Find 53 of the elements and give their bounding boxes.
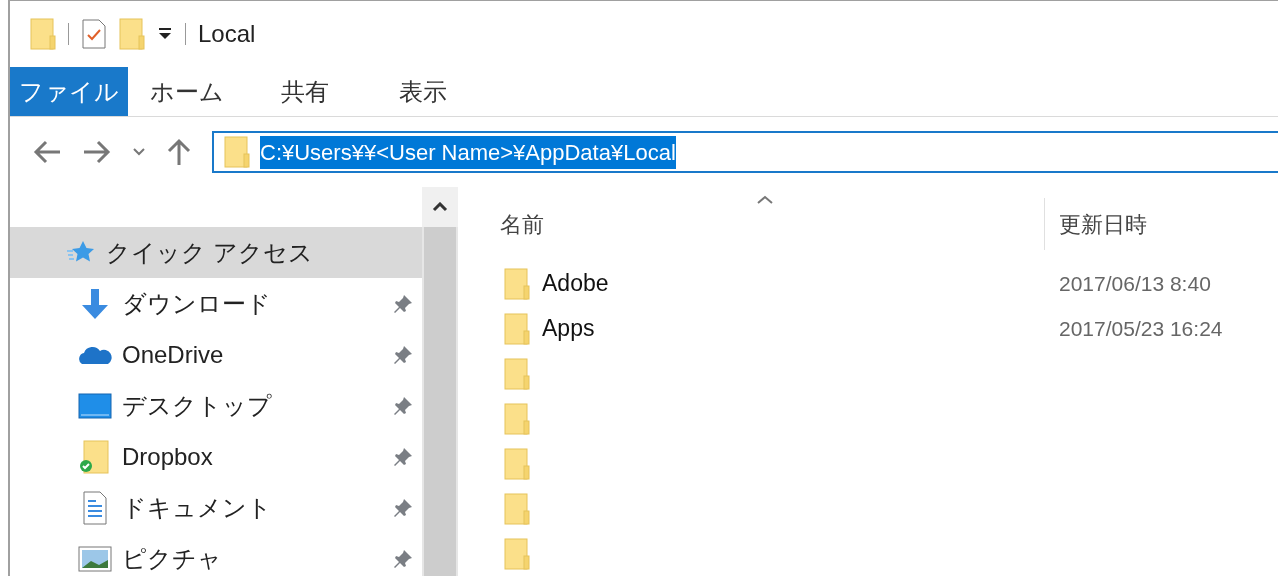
folder-icon <box>30 18 56 50</box>
back-icon[interactable] <box>32 139 62 165</box>
modified-date: 2017/06/13 8:40 <box>1058 270 1211 297</box>
file-name[interactable]: Apps <box>542 311 595 346</box>
pin-icon[interactable] <box>392 496 414 519</box>
sidebar-item[interactable]: Dropbox <box>10 431 422 482</box>
sidebar-label: ダウンロード <box>122 288 272 319</box>
pin-icon[interactable] <box>392 394 414 417</box>
pin-icon[interactable] <box>392 292 414 315</box>
forward-icon[interactable] <box>82 139 112 165</box>
sidebar-label: OneDrive <box>122 339 225 370</box>
pin-icon[interactable] <box>392 343 414 366</box>
sidebar-item[interactable]: ピクチャ <box>10 533 422 576</box>
folder-icon <box>504 447 530 480</box>
sidebar-label: ピクチャ <box>122 543 223 574</box>
sidebar-label: クイック アクセス <box>106 237 314 268</box>
dropdown-icon[interactable] <box>157 27 173 41</box>
folder-icon <box>504 537 530 570</box>
synced-folder-icon <box>78 439 112 474</box>
ribbon-tab[interactable]: ファイル <box>10 67 128 116</box>
sidebar-item[interactable]: クイック アクセス <box>10 227 422 278</box>
window-title: Local <box>198 19 256 49</box>
folder-icon <box>224 136 250 168</box>
sort-ascending-icon <box>756 195 774 205</box>
new-folder-icon <box>119 18 145 50</box>
scroll-thumb[interactable] <box>424 227 456 576</box>
folder-icon <box>504 267 530 300</box>
pin-icon[interactable] <box>392 445 414 468</box>
ribbon-tab[interactable]: 表示 <box>364 67 482 116</box>
ribbon-tab[interactable]: ホーム <box>128 67 246 116</box>
ribbon-tab[interactable]: 共有 <box>246 67 364 116</box>
folder-icon <box>504 357 530 390</box>
sidebar-item[interactable]: ドキュメント <box>10 482 422 533</box>
address-text: C:¥Users¥¥<User Name>¥AppData¥Local <box>260 135 676 169</box>
sidebar-item[interactable]: ダウンロード <box>10 278 422 329</box>
sidebar-label: デスクトップ <box>122 390 273 421</box>
chevron-down-icon[interactable] <box>132 147 146 157</box>
sidebar-item[interactable]: OneDrive <box>10 329 422 380</box>
scroll-up-icon[interactable] <box>432 202 448 212</box>
sidebar-label: Dropbox <box>122 441 214 472</box>
modified-date: 2017/05/23 16:24 <box>1058 315 1223 342</box>
address-field[interactable]: C:¥Users¥¥<User Name>¥AppData¥Local <box>212 131 1278 173</box>
properties-icon[interactable] <box>81 18 107 50</box>
folder-icon <box>504 312 530 345</box>
column-header[interactable]: 更新日時 <box>1045 207 1147 241</box>
file-name[interactable]: Adobe <box>542 266 609 301</box>
pin-icon[interactable] <box>392 547 414 570</box>
sidebar-label: ドキュメント <box>122 492 273 523</box>
folder-icon <box>504 492 530 525</box>
up-icon[interactable] <box>166 137 192 167</box>
sidebar-item[interactable]: デスクトップ <box>10 380 422 431</box>
column-header[interactable]: 名前 <box>498 207 1044 241</box>
folder-icon <box>504 402 530 435</box>
